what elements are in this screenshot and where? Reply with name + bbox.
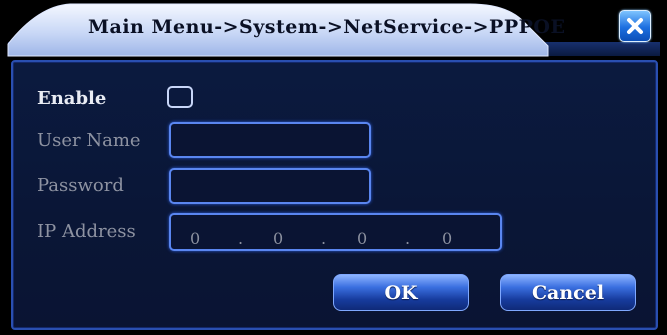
- ip-octet-3[interactable]: 0: [357, 229, 367, 248]
- ip-separator: .: [238, 229, 244, 248]
- enable-label: Enable: [37, 88, 107, 109]
- ip-octet-2[interactable]: 0: [273, 229, 283, 248]
- window-title: Main Menu->System->NetService->PPPOE: [88, 16, 566, 38]
- username-label: User Name: [37, 130, 141, 151]
- close-button[interactable]: [619, 10, 651, 42]
- enable-checkbox[interactable]: [167, 86, 193, 108]
- cancel-button[interactable]: Cancel: [500, 274, 636, 311]
- password-field[interactable]: [169, 168, 371, 204]
- username-field[interactable]: [169, 122, 371, 158]
- password-label: Password: [37, 175, 124, 196]
- ip-octet-4[interactable]: 0: [442, 229, 452, 248]
- ip-separator: .: [321, 229, 327, 248]
- pppoe-dialog: Main Menu->System->NetService->PPPOE Ena…: [0, 0, 667, 335]
- ip-octet-1[interactable]: 0: [190, 229, 200, 248]
- ip-address-label: IP Address: [37, 221, 136, 242]
- ip-separator: .: [405, 229, 411, 248]
- close-icon: [627, 18, 643, 34]
- ok-button[interactable]: OK: [333, 274, 469, 311]
